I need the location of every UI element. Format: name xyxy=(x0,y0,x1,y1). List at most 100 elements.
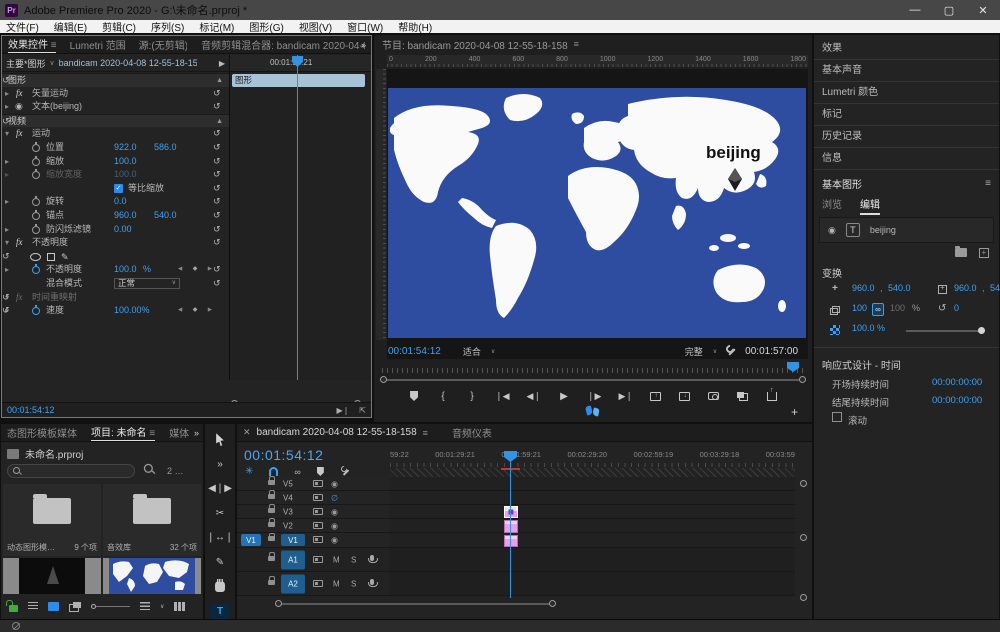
project-writable-icon[interactable] xyxy=(9,605,18,612)
reset-icon[interactable]: ↺ xyxy=(2,304,10,318)
master-clip-label[interactable]: 主要*图形 xyxy=(6,57,46,70)
twirl-icon[interactable] xyxy=(5,182,13,196)
outro-duration-value[interactable]: 00:00:00:00 xyxy=(932,395,982,406)
reset-icon[interactable]: ↺ xyxy=(213,155,221,169)
opacity-slider[interactable] xyxy=(906,330,981,332)
step-forward-button[interactable]: ❘▶ xyxy=(587,389,601,403)
intro-duration-value[interactable]: 00:00:00:00 xyxy=(932,377,982,388)
extract-button[interactable]: ↓ xyxy=(679,389,691,403)
video-track-header[interactable]: V5 xyxy=(237,477,390,491)
collapse-icon[interactable]: ▲ xyxy=(216,115,223,129)
sidebar-panel-tab[interactable]: 基本声音 xyxy=(814,60,999,82)
effect-row[interactable]: fx ◉ ✓ ✎ 位置 922.0 586.0 ∨ ◀◆▶ ↺ ▲ xyxy=(2,141,229,155)
mute-button[interactable]: M xyxy=(333,579,340,588)
sidebar-panel-tab[interactable]: 标记 xyxy=(814,104,999,126)
menu-item[interactable]: 标记(M) xyxy=(199,19,234,34)
stopwatch-icon[interactable] xyxy=(32,171,40,179)
timeline-current-timecode[interactable]: 00:01:54:12 xyxy=(244,447,323,463)
lock-icon[interactable] xyxy=(268,494,275,499)
track-patch-icon[interactable] xyxy=(313,580,323,587)
eye-icon[interactable]: ◉ xyxy=(828,225,836,236)
type-tool[interactable]: T xyxy=(210,604,230,620)
panel-menu-icon[interactable]: ≡ xyxy=(574,39,579,49)
graphic-clip-v2[interactable] xyxy=(504,520,518,533)
lock-icon[interactable] xyxy=(268,536,275,541)
track-patch-icon[interactable] xyxy=(313,480,323,487)
clip-thumbnail[interactable] xyxy=(3,558,101,594)
solo-button[interactable]: S xyxy=(351,579,356,588)
lock-icon[interactable] xyxy=(268,480,275,485)
drag-video-icon[interactable] xyxy=(586,406,600,417)
close-icon[interactable]: ✕ xyxy=(243,427,251,438)
property-value[interactable]: 0.0 xyxy=(114,195,127,209)
property-value-2[interactable]: 540.0 xyxy=(154,209,177,223)
panel-menu-icon[interactable]: ≡ xyxy=(985,178,991,189)
reset-icon[interactable]: ↺ xyxy=(2,291,10,305)
selection-tool[interactable] xyxy=(210,432,230,448)
stopwatch-icon[interactable] xyxy=(32,266,40,274)
effect-row[interactable]: fx ◉ ✓ ✎ 时间重映射 ∨ ◀◆▶ ↺ ▲ xyxy=(2,291,229,305)
track-name[interactable]: A2 xyxy=(281,574,305,593)
property-value[interactable]: 100.0 xyxy=(114,168,137,182)
track-patch-icon[interactable] xyxy=(313,536,323,543)
effect-row[interactable]: fx ◉ ✓ ✎ 锚点 960.0 540.0 ∨ ◀◆▶ ↺ ▲ xyxy=(2,209,229,223)
hand-tool[interactable] xyxy=(210,579,230,595)
export-frame-button[interactable] xyxy=(708,389,720,403)
effect-row[interactable]: fx ◉ ✓ ✎ 混合模式 正常∨ ◀◆▶ ↺ ▲ xyxy=(2,277,229,291)
twirl-icon[interactable] xyxy=(5,87,13,101)
effect-row[interactable]: fx ◉ ✓ ✎ 防闪烁滤镜 0.00 ∨ ◀◆▶ ↺ ▲ xyxy=(2,223,229,237)
voiceover-mic-icon[interactable] xyxy=(370,579,374,585)
mask-shape-tools[interactable]: ✎ xyxy=(30,250,69,264)
twirl-icon[interactable] xyxy=(5,277,13,291)
clip-thumbnail[interactable] xyxy=(103,558,201,594)
menu-item[interactable]: 编辑(E) xyxy=(54,19,87,34)
track-patch-icon[interactable] xyxy=(313,508,323,515)
search-input[interactable] xyxy=(21,466,121,476)
scale-value[interactable]: 100 xyxy=(852,303,867,313)
reset-icon[interactable]: ↺ xyxy=(213,168,221,182)
effect-row[interactable]: fx ◉ ✓ ✎ 等比缩放 ∨ ◀◆▶ ↺ ▲ xyxy=(2,182,229,196)
linked-selection-icon[interactable]: ∞ xyxy=(294,467,300,477)
add-marker-button[interactable] xyxy=(408,389,420,403)
track-name[interactable]: V4 xyxy=(283,493,293,502)
reset-icon[interactable]: ↺ xyxy=(213,236,221,250)
track-name[interactable]: V5 xyxy=(283,479,293,488)
opacity-value[interactable]: 100.0 % xyxy=(852,323,885,333)
new-group-icon[interactable] xyxy=(955,248,967,257)
lock-icon[interactable] xyxy=(268,556,275,561)
roll-checkbox[interactable] xyxy=(832,412,842,422)
twirl-icon[interactable] xyxy=(5,127,13,141)
stopwatch-icon[interactable] xyxy=(32,144,40,152)
graphics-layer-row[interactable]: ◉ T beijing xyxy=(819,217,994,243)
panel-tab[interactable]: 媒体 xyxy=(169,425,189,440)
program-playhead-icon[interactable] xyxy=(787,362,799,372)
position-x[interactable]: 960.0 xyxy=(852,283,875,293)
video-track-header[interactable]: V4 xyxy=(237,491,390,505)
twirl-icon[interactable] xyxy=(5,168,13,182)
reset-icon[interactable]: ↺ xyxy=(213,263,221,277)
settings-wrench-icon[interactable] xyxy=(725,345,737,357)
menu-item[interactable]: 图形(G) xyxy=(249,19,283,34)
reset-icon[interactable]: ↺ xyxy=(2,250,10,264)
reset-icon[interactable]: ↺ xyxy=(2,115,10,129)
button-editor-icon[interactable]: + xyxy=(791,405,798,419)
twirl-icon[interactable] xyxy=(5,195,13,209)
property-value[interactable]: 100.00% xyxy=(114,304,150,318)
keyframe-nav[interactable]: ◀◆▶ xyxy=(178,263,212,277)
thumbnail-zoom-slider[interactable] xyxy=(91,604,130,609)
reset-icon[interactable]: ↺ xyxy=(213,277,221,291)
track-output-eye-icon[interactable] xyxy=(331,479,338,488)
reset-icon[interactable]: ↺ xyxy=(213,223,221,237)
panel-tab[interactable]: 效果控件 xyxy=(8,36,56,53)
timeline-hscrollbar[interactable] xyxy=(237,600,812,610)
panel-tab[interactable]: Lumetri 范围 xyxy=(70,37,125,52)
rotation-value[interactable]: 0 xyxy=(954,303,959,313)
anchor-x[interactable]: 960.0 xyxy=(954,283,977,293)
link-scale-icon[interactable]: ∞ xyxy=(872,303,884,316)
stopwatch-icon[interactable] xyxy=(32,226,40,234)
video-track-header[interactable]: V3 xyxy=(237,505,390,519)
effect-row[interactable]: fx ◉ ✓ ✎ 矢量运动 ∨ ◀◆▶ ↺ ▲ xyxy=(2,87,229,101)
export-frame-icon[interactable]: ⇱ xyxy=(359,406,366,415)
rotation-icon[interactable]: ↺ xyxy=(938,303,946,314)
twirl-icon[interactable] xyxy=(5,209,13,223)
